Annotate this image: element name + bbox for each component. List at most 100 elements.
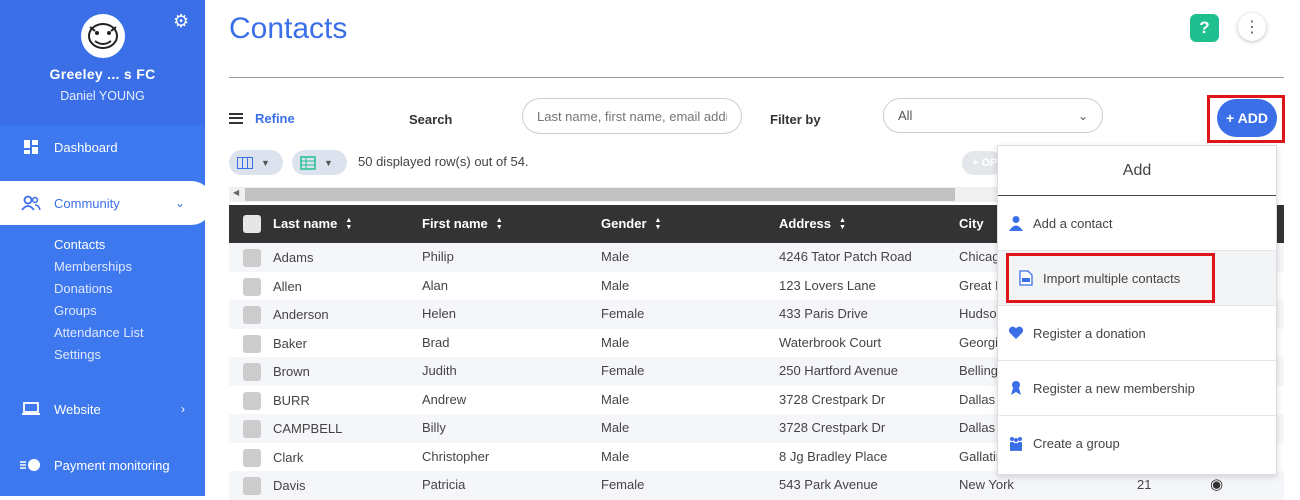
- sidebar-item-label: Payment monitoring: [54, 457, 170, 473]
- sidebar: ⚙ Greeley ... s FC Daniel YOUNG Dashboar…: [0, 0, 213, 496]
- refine-button[interactable]: Refine: [229, 110, 295, 126]
- column-header-last-name[interactable]: Last name ▲ ▼: [273, 216, 352, 231]
- cell-city: Dallas: [959, 391, 996, 407]
- cell-city: Dallas: [959, 420, 996, 435]
- user-name: Daniel YOUNG: [60, 89, 145, 103]
- ribbon-icon: [1006, 380, 1026, 396]
- row-checkbox[interactable]: [243, 363, 261, 381]
- person-icon: [1006, 215, 1026, 231]
- sidebar-item-community[interactable]: Community ⌄: [0, 181, 213, 225]
- page-title: Contacts: [229, 12, 348, 45]
- payment-toggle-icon: [20, 458, 42, 472]
- chevron-down-icon: ⌄: [174, 196, 185, 210]
- export-button[interactable]: ▼: [292, 150, 347, 175]
- cell-gender: Male: [601, 334, 630, 350]
- row-checkbox[interactable]: [243, 420, 261, 438]
- filter-select[interactable]: All ⌄: [883, 98, 1103, 133]
- laptop-icon: [20, 402, 42, 416]
- menu-item-add-contact[interactable]: Add a contact: [998, 196, 1276, 251]
- cell-address: 4246 Tator Patch Road: [779, 249, 912, 264]
- cell-gender: Male: [601, 277, 630, 293]
- sidebar-sub-contacts[interactable]: Contacts: [54, 237, 105, 252]
- club-logo[interactable]: [81, 14, 125, 58]
- chevron-right-icon: ›: [181, 402, 185, 416]
- header-divider: [229, 77, 1284, 78]
- cell-last-name: Clark: [273, 449, 304, 465]
- scrollbar-thumb[interactable]: [245, 188, 955, 201]
- cell-last-name: Allen: [273, 278, 302, 294]
- select-all-checkbox[interactable]: [243, 215, 261, 233]
- row-checkbox[interactable]: [243, 477, 261, 495]
- cell-last-name: Brown: [273, 364, 310, 379]
- cell-last-name: BURR: [273, 392, 310, 408]
- horizontal-scrollbar[interactable]: ◀: [229, 187, 999, 202]
- cell-city: New York: [959, 477, 1014, 492]
- row-checkbox[interactable]: [243, 448, 261, 467]
- cell-gender: Female: [601, 363, 645, 378]
- menu-item-create-group[interactable]: Create a group: [998, 416, 1276, 471]
- help-button[interactable]: ?: [1190, 14, 1219, 42]
- cell-address: 543 Park Avenue: [779, 477, 878, 492]
- row-checkbox[interactable]: [243, 277, 261, 296]
- sidebar-item-label: Community: [54, 195, 120, 211]
- cell-address: 8 Jg Bradley Place: [779, 448, 888, 464]
- column-header-first-name[interactable]: First name ▲ ▼: [422, 216, 503, 231]
- cell-last-name: CAMPBELL: [273, 421, 343, 436]
- cell-address: 250 Hartford Avenue: [779, 363, 899, 378]
- sort-icon: ▲ ▼: [495, 216, 503, 231]
- add-button[interactable]: + ADD: [1217, 99, 1277, 137]
- community-icon: [20, 195, 42, 211]
- sidebar-item-payment-monitoring[interactable]: Payment monitoring: [0, 443, 205, 487]
- cell-last-name: Anderson: [273, 307, 329, 322]
- cell-first-name: Brad: [422, 334, 450, 350]
- view-eye-icon[interactable]: ◉: [1210, 475, 1223, 493]
- dashboard-icon: [20, 139, 42, 155]
- cell-city: Chicag: [959, 249, 1000, 264]
- column-header-address[interactable]: Address ▲ ▼: [779, 216, 846, 231]
- filter-label: Filter by: [770, 112, 821, 127]
- cell-gender: Female: [601, 477, 645, 492]
- cell-first-name: Christopher: [422, 448, 490, 464]
- menu-item-register-donation[interactable]: Register a donation: [998, 306, 1276, 361]
- cell-city: Georgi: [959, 334, 999, 350]
- options-button[interactable]: + OP: [962, 151, 1002, 175]
- settings-gear-icon[interactable]: ⚙: [173, 11, 189, 32]
- sort-icon: ▲ ▼: [654, 216, 662, 231]
- cell-gender: Male: [601, 391, 630, 407]
- sidebar-sub-attendance-list[interactable]: Attendance List: [54, 325, 144, 340]
- heart-icon: [1006, 326, 1026, 340]
- sidebar-item-dashboard[interactable]: Dashboard: [0, 125, 205, 169]
- menu-item-register-membership[interactable]: Register a new membership: [998, 361, 1276, 416]
- columns-toggle-button[interactable]: ▼: [229, 150, 283, 175]
- add-dropdown-menu: Add Add a contact Import multiple contac…: [997, 145, 1277, 475]
- sidebar-item-label: Website: [54, 401, 101, 417]
- sidebar-sub-donations[interactable]: Donations: [54, 281, 113, 296]
- row-checkbox[interactable]: [243, 249, 261, 267]
- columns-icon: [237, 156, 253, 169]
- cell-gender: Male: [601, 448, 630, 464]
- sidebar-item-website[interactable]: Website ›: [0, 387, 205, 431]
- sidebar-sub-memberships[interactable]: Memberships: [54, 259, 132, 274]
- club-name: Greeley ... s FC: [49, 66, 156, 82]
- import-highlight-box: [1006, 253, 1215, 303]
- row-checkbox[interactable]: [243, 306, 261, 324]
- cell-city: Belling: [959, 363, 999, 378]
- row-checkbox[interactable]: [243, 391, 261, 410]
- sidebar-sub-settings[interactable]: Settings: [54, 347, 101, 362]
- cell-first-name: Alan: [422, 277, 449, 293]
- cell-address: Waterbrook Court: [779, 334, 882, 350]
- more-options-icon[interactable]: ⋮: [1238, 13, 1266, 41]
- search-input[interactable]: [522, 98, 742, 134]
- column-header-city[interactable]: City: [959, 216, 984, 231]
- search-label: Search: [409, 112, 453, 127]
- scroll-left-icon[interactable]: ◀: [233, 188, 239, 197]
- table-row[interactable]: Davis Patricia Female 543 Park Avenue Ne…: [229, 471, 1284, 500]
- cell-first-name: Philip: [422, 249, 454, 264]
- sidebar-sub-groups[interactable]: Groups: [54, 303, 97, 318]
- cell-first-name: Judith: [422, 363, 457, 378]
- cell-gender: Male: [601, 420, 630, 435]
- column-header-gender[interactable]: Gender ▲ ▼: [601, 216, 661, 231]
- cell-city: Hudso: [959, 306, 997, 321]
- row-checkbox[interactable]: [243, 334, 261, 353]
- sort-icon: ▲ ▼: [345, 216, 353, 231]
